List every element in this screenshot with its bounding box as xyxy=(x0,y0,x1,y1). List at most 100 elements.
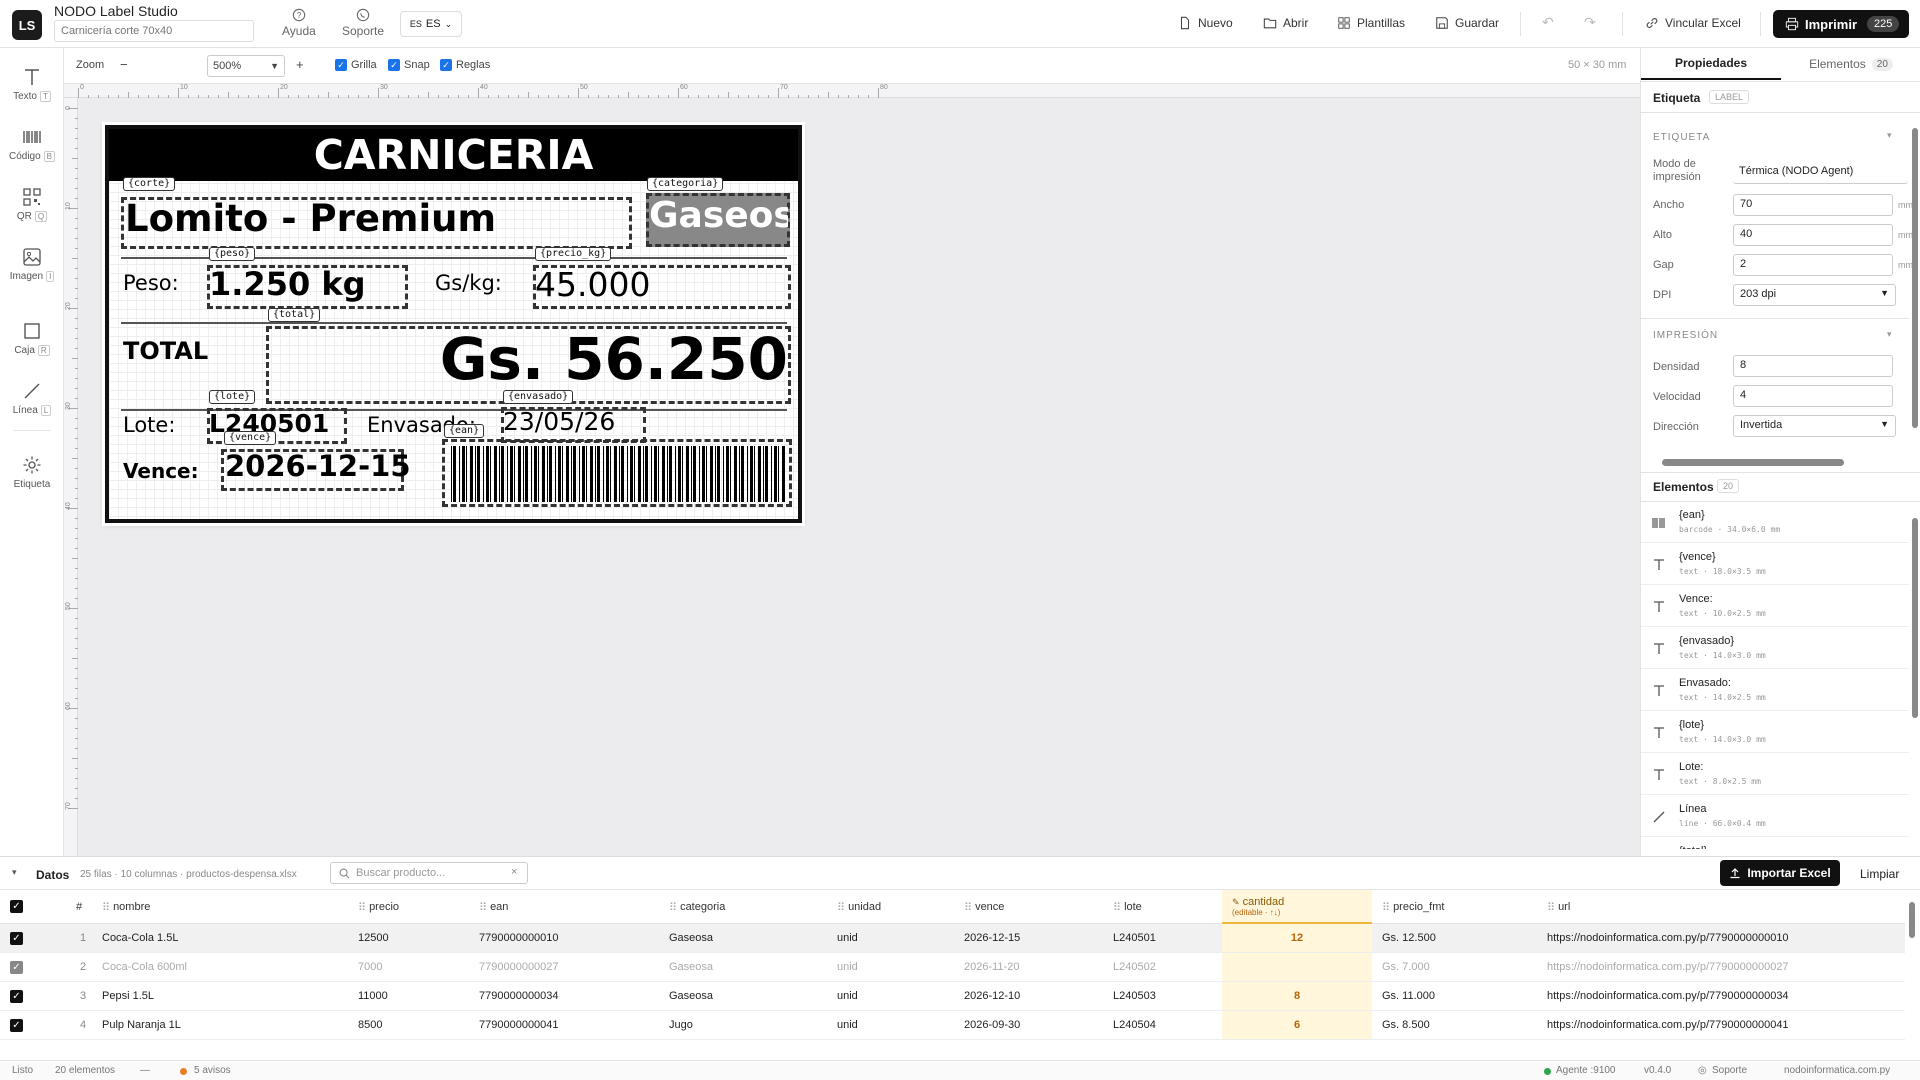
collapse-icon[interactable]: ▾ xyxy=(12,867,17,878)
column-header[interactable]: ✎ cantidad (editable · ↑↓) xyxy=(1222,890,1372,924)
tool-qr[interactable]: QR Q xyxy=(0,186,64,222)
table-row[interactable]: ✓ 3 Pepsi 1.5L 11000 7790000000034 Gaseosa uni… xyxy=(0,982,1905,1011)
horizontal-scrollbar[interactable] xyxy=(1644,456,1912,468)
zoom-out-button[interactable]: − xyxy=(120,57,128,72)
barcode-bar xyxy=(658,446,659,502)
templates-button[interactable]: Plantillas xyxy=(1337,16,1405,30)
tool-barcode-label: Código xyxy=(8,151,41,162)
element-list-item[interactable]: {envasado} text · 14.0×3.0 mm xyxy=(1641,629,1909,669)
tool-barcode[interactable]: Código B xyxy=(0,126,64,162)
section-label-header[interactable]: ETIQUETA xyxy=(1653,132,1710,143)
scrollbar-thumb[interactable] xyxy=(1909,902,1915,938)
element-list-item[interactable]: {ean} barcode · 34.0×6.0 mm xyxy=(1641,503,1909,543)
undo-icon[interactable]: ↶ xyxy=(1542,14,1554,31)
status-warnings[interactable]: 5 avisos xyxy=(194,1065,231,1076)
width-input[interactable]: 70 xyxy=(1733,194,1893,216)
barcode-bar xyxy=(706,446,707,502)
snap-toggle[interactable]: ✓ Snap xyxy=(388,59,430,71)
element-list-item[interactable]: {lote} text · 14.0×3.0 mm xyxy=(1641,713,1909,753)
import-excel-button[interactable]: Importar Excel xyxy=(1720,860,1840,886)
scrollbar-thumb[interactable] xyxy=(1912,518,1918,718)
column-header[interactable]: ⠿ url xyxy=(1547,890,1570,924)
import-excel-label: Importar Excel xyxy=(1747,866,1831,880)
table-row[interactable]: ✓ 2 Coca-Cola 600ml 7000 7790000000027 Gaseos… xyxy=(0,953,1905,982)
divider-line[interactable] xyxy=(121,322,787,324)
element-list-item[interactable]: Vence: text · 10.0×2.5 mm xyxy=(1641,587,1909,627)
table-row[interactable]: ✓ 1 Coca-Cola 1.5L 12500 7790000000010 Gaseos… xyxy=(0,924,1905,953)
vertical-scrollbar[interactable] xyxy=(1910,108,1920,458)
ruler-tick xyxy=(408,95,409,98)
row-checkbox[interactable]: ✓ xyxy=(10,990,23,1003)
cantidad-cell[interactable]: 6 xyxy=(1222,1011,1372,1039)
column-header[interactable]: # xyxy=(76,890,82,924)
vertical-scrollbar[interactable] xyxy=(1907,892,1917,1058)
row-checkbox[interactable]: ✓ xyxy=(10,1019,23,1032)
link-excel-button[interactable]: Vincular Excel xyxy=(1645,16,1741,30)
table-cell: unid xyxy=(837,932,858,944)
tool-box[interactable]: Caja R xyxy=(0,320,64,356)
gap-input[interactable]: 2 xyxy=(1733,254,1893,276)
scrollbar-thumb[interactable] xyxy=(1662,459,1844,466)
save-button[interactable]: Guardar xyxy=(1435,16,1499,30)
tool-line[interactable]: Línea L xyxy=(0,380,64,416)
redo-icon[interactable]: ↷ xyxy=(1584,14,1596,31)
element-list-item[interactable]: {vence} text · 18.0×3.5 mm xyxy=(1641,545,1909,585)
column-header[interactable]: ⠿ precio xyxy=(358,890,399,924)
support-button[interactable]: Soporte xyxy=(342,8,384,38)
help-button[interactable]: ? Ayuda xyxy=(282,8,316,38)
tab-elements[interactable]: Elementos 20 xyxy=(1781,48,1920,80)
column-header[interactable]: ⠿ lote xyxy=(1113,890,1142,924)
column-header[interactable]: ⠿ nombre xyxy=(102,890,150,924)
row-checkbox[interactable]: ✓ xyxy=(10,932,23,945)
header-banner[interactable]: CARNICERIA xyxy=(109,129,798,181)
column-header[interactable]: ⠿ categoria xyxy=(669,890,725,924)
product-search[interactable]: Buscar producto... × xyxy=(330,862,528,884)
column-header[interactable]: ⠿ unidad xyxy=(837,890,881,924)
height-input[interactable]: 40 xyxy=(1733,224,1893,246)
dpi-select[interactable]: 203 dpi ▼ xyxy=(1733,284,1896,306)
section-print-header[interactable]: IMPRESIÓN xyxy=(1653,330,1718,341)
zoom-select[interactable]: 500% ▼ xyxy=(207,55,285,77)
document-name-input[interactable] xyxy=(54,20,254,42)
tool-text[interactable]: Texto T xyxy=(0,66,64,102)
table-row[interactable]: ✓ 4 Pulp Naranja 1L 8500 7790000000041 Jugo un… xyxy=(0,1011,1905,1040)
print-button[interactable]: Imprimir 225 xyxy=(1773,10,1909,38)
rulers-toggle[interactable]: ✓ Reglas xyxy=(440,59,490,71)
status-site[interactable]: nodoinformatica.com.py xyxy=(1784,1065,1890,1076)
tool-label-settings[interactable]: Etiqueta xyxy=(0,454,64,490)
density-input[interactable]: 8 xyxy=(1733,355,1893,377)
table-cell: Gs. 7.000 xyxy=(1382,961,1430,973)
ean-barcode[interactable] xyxy=(442,439,792,507)
print-mode-select[interactable]: Térmica (NODO Agent) xyxy=(1733,162,1908,184)
column-header[interactable]: ⠿ precio_fmt xyxy=(1382,890,1444,924)
ruler-tick xyxy=(358,95,359,98)
chevron-down-icon[interactable]: ▾ xyxy=(1887,130,1892,141)
open-button[interactable]: Abrir xyxy=(1263,16,1308,30)
element-list-item[interactable]: Línea line · 66.0×0.4 mm xyxy=(1641,797,1909,837)
new-button[interactable]: Nuevo xyxy=(1178,16,1233,30)
grid-toggle[interactable]: ✓ Grilla xyxy=(335,59,377,71)
select-all-checkbox[interactable]: ✓ xyxy=(10,900,23,913)
cantidad-cell[interactable]: 8 xyxy=(1222,982,1372,1010)
element-list-item[interactable]: Lote: text · 8.0×2.5 mm xyxy=(1641,755,1909,795)
element-list-item[interactable]: {total} xyxy=(1641,839,1909,849)
column-header[interactable]: ⠿ vence xyxy=(964,890,1004,924)
close-icon[interactable]: × xyxy=(511,866,517,878)
cantidad-cell[interactable] xyxy=(1222,953,1372,981)
cantidad-cell[interactable]: 12 xyxy=(1222,924,1372,952)
zoom-in-button[interactable]: + xyxy=(296,57,304,72)
chevron-down-icon[interactable]: ▾ xyxy=(1887,329,1892,340)
element-list-item[interactable]: Envasado: text · 14.0×2.5 mm xyxy=(1641,671,1909,711)
clear-button[interactable]: Limpiar xyxy=(1860,867,1899,881)
scrollbar-thumb[interactable] xyxy=(1912,128,1918,428)
tool-image[interactable]: Imagen I xyxy=(0,246,64,282)
language-select[interactable]: ES ES ⌄ xyxy=(400,11,462,37)
direction-select[interactable]: Invertida ▼ xyxy=(1733,415,1896,437)
vertical-scrollbar[interactable] xyxy=(1910,508,1920,848)
column-header[interactable]: ⠿ ean xyxy=(479,890,508,924)
status-support[interactable]: Soporte xyxy=(1712,1065,1747,1076)
row-checkbox[interactable]: ✓ xyxy=(10,961,23,974)
label-preview[interactable]: CARNICERIA {corte} Lomito - Premium {cat… xyxy=(105,125,802,523)
tab-properties[interactable]: Propiedades xyxy=(1641,48,1781,80)
speed-input[interactable]: 4 xyxy=(1733,385,1893,407)
